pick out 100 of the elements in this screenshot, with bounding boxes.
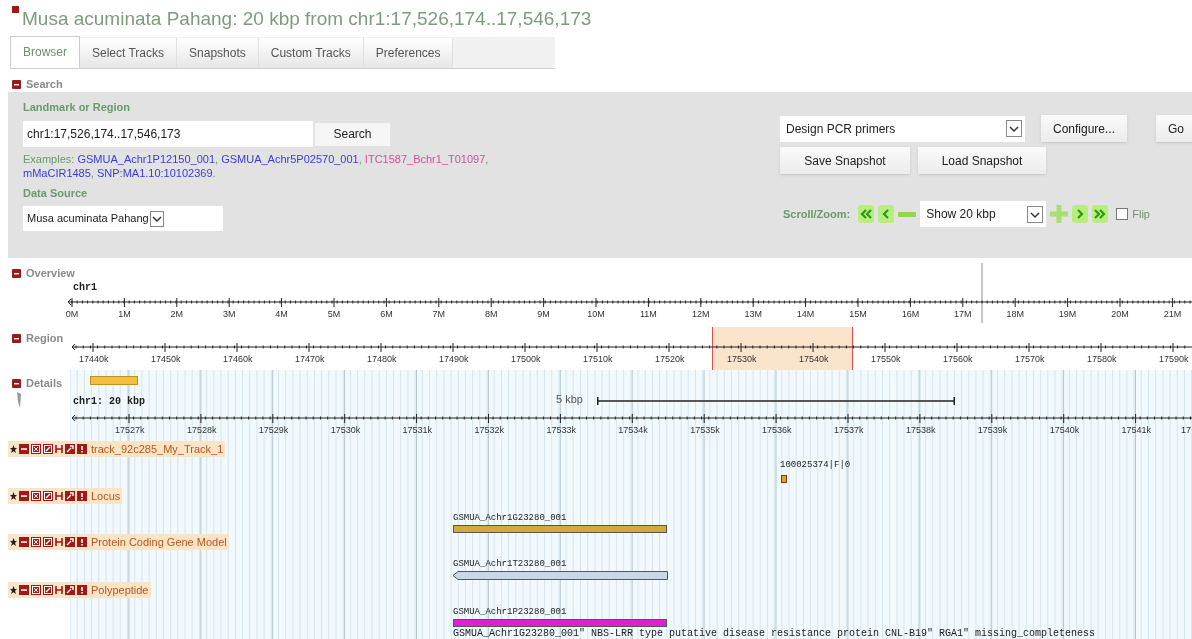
tick-label: 11M	[638, 310, 658, 319]
tick-label: 6M	[379, 310, 394, 319]
star-icon[interactable]	[10, 538, 17, 546]
wrench-icon[interactable]	[65, 491, 75, 501]
close-icon[interactable]	[31, 537, 41, 547]
collapse-icon[interactable]	[12, 333, 21, 343]
tick-label: 17536k	[762, 426, 791, 435]
tick-label: 17538k	[905, 426, 934, 435]
help-icon[interactable]	[77, 491, 87, 501]
wrench-icon[interactable]	[65, 444, 75, 454]
tick-label: 17528k	[186, 426, 215, 435]
collapse-icon[interactable]	[12, 79, 21, 89]
feature-bar[interactable]	[453, 525, 667, 533]
tick-label: 17590k	[1159, 355, 1187, 364]
collapse-icon[interactable]	[19, 444, 29, 454]
action-select[interactable]: Design PCR primers	[780, 115, 1025, 142]
star-icon[interactable]	[10, 492, 17, 500]
chevron-right-icon[interactable]	[1072, 205, 1089, 223]
data-source-select[interactable]: Musa acuminata Pahang	[23, 206, 223, 231]
configure-button[interactable]: Configure...	[1041, 115, 1127, 142]
help-icon[interactable]	[77, 444, 87, 454]
feature-arrow[interactable]	[453, 571, 668, 580]
track-name[interactable]: Protein Coding Gene Model	[91, 533, 227, 551]
tick-label: 17520k	[655, 355, 683, 364]
tick-label: 17510k	[583, 355, 611, 364]
tick-label: 17480k	[367, 355, 395, 364]
tick-label: 17531k	[402, 426, 431, 435]
track-name[interactable]: Polypeptide	[91, 581, 149, 599]
feature-label: GSMUA_Achr1G23280_001	[453, 514, 567, 523]
collapse-icon[interactable]	[12, 268, 21, 278]
tick-label: 17535k	[690, 426, 719, 435]
double-chevron-left-icon[interactable]	[858, 205, 875, 223]
tab[interactable]: Preferences	[363, 38, 454, 68]
section-title: Details	[26, 376, 63, 391]
tick-label: 9M	[536, 310, 551, 319]
tick-label: 21M	[1162, 310, 1183, 319]
flip-checkbox[interactable]	[1116, 208, 1129, 220]
wrench-icon[interactable]	[65, 585, 75, 595]
star-icon[interactable]	[10, 445, 17, 453]
track-name[interactable]: track_92c285_My_Track_1	[91, 440, 224, 458]
drag-handle-icon[interactable]	[16, 392, 22, 408]
collapse-icon[interactable]	[12, 378, 21, 388]
pencil-icon[interactable]	[43, 491, 53, 501]
tab[interactable]: Snapshots	[177, 38, 259, 68]
pencil-icon[interactable]	[43, 537, 53, 547]
tick-label: 17534k	[618, 426, 647, 435]
star-icon[interactable]	[10, 586, 17, 594]
pencil-icon[interactable]	[43, 444, 53, 454]
tick-label: 17530k	[727, 355, 755, 364]
close-icon[interactable]	[31, 444, 41, 454]
load-snapshot-button[interactable]: Load Snapshot	[918, 147, 1046, 174]
feature-label: GSMUA_Achr1T23280_001	[453, 560, 567, 569]
landmark-field[interactable]: chr1:17,526,174..17,546,173	[23, 121, 313, 147]
resize-icon[interactable]	[55, 585, 63, 595]
tick-label: 17540k	[1049, 426, 1078, 435]
zoom-select[interactable]: Show 20 kbp	[920, 201, 1047, 227]
close-icon[interactable]	[31, 585, 41, 595]
example-link[interactable]: GSMUA_Achr1P12150_001	[77, 153, 215, 165]
tab[interactable]: Custom Tracks	[258, 38, 364, 68]
double-chevron-right-icon[interactable]	[1092, 205, 1109, 223]
tick-label: 17470k	[295, 355, 323, 364]
close-icon[interactable]	[31, 491, 41, 501]
tick-label: 17540k	[799, 355, 827, 364]
feature-marker[interactable]	[781, 475, 787, 483]
tick-label: 17527k	[115, 426, 143, 435]
tab[interactable]: Select Tracks	[80, 38, 178, 68]
feature-label: GSMUA_Achr1P23280_001	[453, 608, 567, 617]
tab[interactable]: Browser	[10, 36, 80, 68]
tick-label: 17537k	[834, 426, 862, 435]
collapse-icon[interactable]	[19, 491, 29, 501]
highlight-swatch[interactable]	[90, 376, 138, 385]
scale-label: 5 kbp	[556, 392, 583, 407]
help-icon[interactable]	[77, 537, 87, 547]
wrench-icon[interactable]	[65, 537, 75, 547]
save-snapshot-button[interactable]: Save Snapshot	[780, 147, 910, 174]
example-link[interactable]: mMaCIR1485	[23, 167, 91, 179]
resize-icon[interactable]	[55, 537, 63, 547]
chevron-left-icon[interactable]	[878, 205, 895, 223]
tick-label: 17M	[953, 310, 973, 319]
tick-label: 17533k	[546, 426, 575, 435]
tick-label: 3M	[221, 310, 237, 319]
track-name[interactable]: Locus	[91, 487, 121, 505]
resize-icon[interactable]	[55, 491, 63, 501]
tick-label: 15M	[848, 310, 868, 319]
search-button[interactable]: Search	[315, 122, 390, 146]
go-button[interactable]: Go	[1156, 115, 1192, 142]
checkbox-label: Flip	[1132, 206, 1150, 222]
collapse-icon[interactable]	[19, 537, 29, 547]
example-link[interactable]: GSMUA_Achr5P02570_001	[221, 153, 359, 165]
resize-icon[interactable]	[55, 444, 63, 454]
section-title: Search	[26, 77, 63, 92]
tick-label: 12M	[691, 310, 711, 319]
tick-label: 7M	[431, 310, 447, 319]
pencil-icon[interactable]	[43, 585, 53, 595]
tick-label: 0M	[64, 310, 80, 319]
example-link[interactable]: SNP:MA1.10:10102369	[97, 167, 213, 179]
tick-label: 17550k	[871, 355, 899, 364]
help-icon[interactable]	[77, 585, 87, 595]
collapse-icon[interactable]	[19, 585, 29, 595]
tick-label: 17570k	[1015, 355, 1043, 364]
